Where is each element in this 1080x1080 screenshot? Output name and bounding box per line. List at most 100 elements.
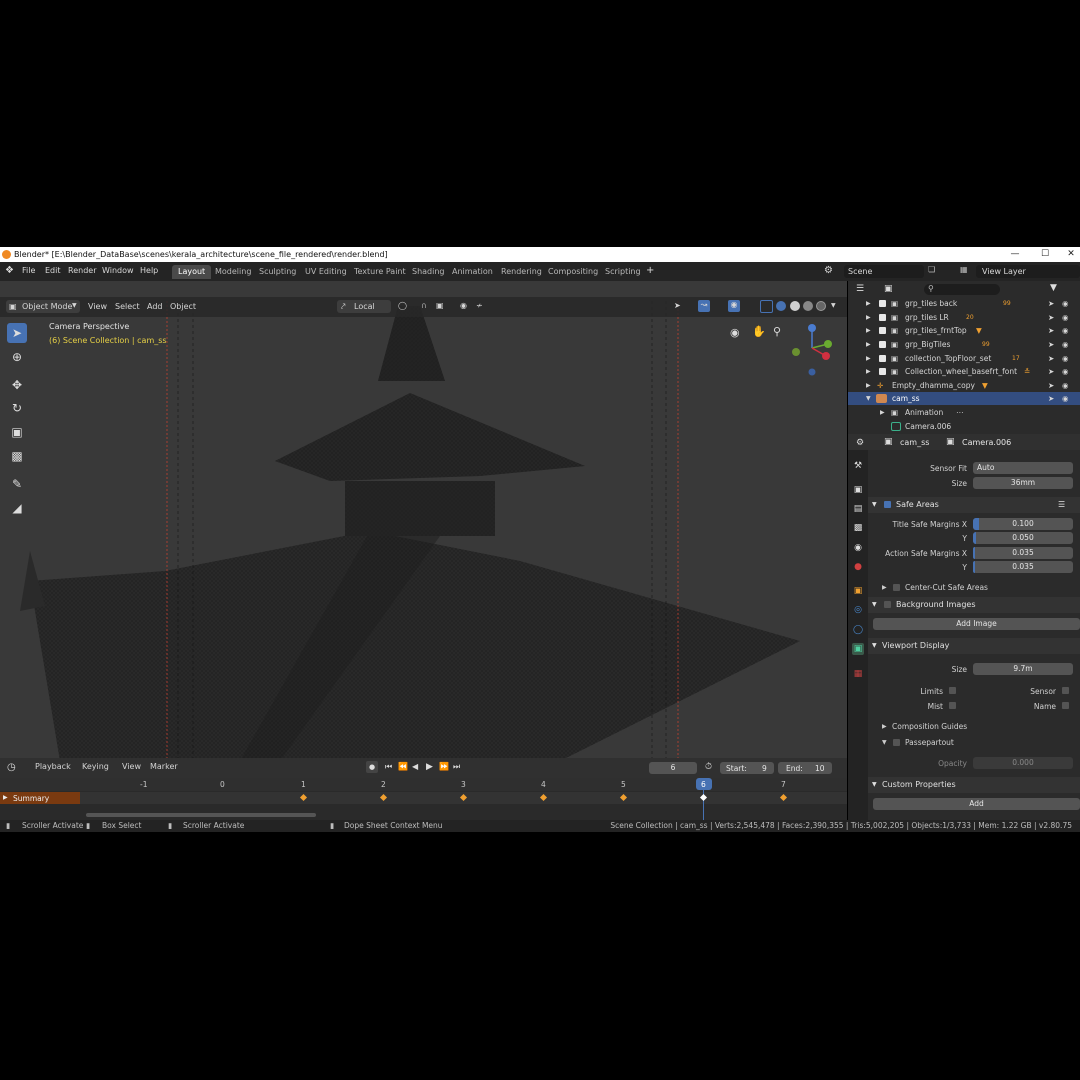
outliner-row[interactable]: ▶ ▣ grp_tiles_frntTop ▼ ➤ ◉ xyxy=(848,324,1080,337)
background-images-header[interactable]: ▼ Background Images xyxy=(868,597,1080,613)
tab-uv-editing[interactable]: UV Editing xyxy=(299,265,353,279)
sensor-fit-dropdown[interactable]: Auto xyxy=(973,462,1073,474)
menu-playback[interactable]: Playback xyxy=(35,762,71,771)
collapse-arrow-icon[interactable]: ▼ xyxy=(866,392,871,405)
select-arrow-icon[interactable]: ➤ xyxy=(1048,379,1054,392)
menu-window[interactable]: Window xyxy=(102,266,134,275)
background-images-checkbox[interactable] xyxy=(884,601,891,608)
3d-viewport[interactable] xyxy=(0,281,847,758)
select-arrow-icon[interactable]: ➤ xyxy=(1048,338,1054,351)
navigation-gizmo[interactable] xyxy=(786,322,836,376)
outliner-row[interactable]: ▶ ▣ collection_TopFloor_set 17 ➤ ◉ xyxy=(848,352,1080,365)
visibility-checkbox[interactable] xyxy=(879,314,886,321)
select-arrow-icon[interactable]: ➤ xyxy=(1048,324,1054,337)
display-mode-icon[interactable]: ▣ xyxy=(884,284,893,294)
camera-data-tab-icon[interactable]: ▣ xyxy=(852,643,864,655)
title-safe-y-field[interactable]: 0.050 xyxy=(973,532,1073,544)
scale-tool-icon[interactable]: ▣ xyxy=(7,422,27,442)
opacity-field[interactable]: 0.000 xyxy=(973,757,1073,769)
shading-solid-icon[interactable] xyxy=(790,301,800,311)
safe-areas-header[interactable]: ▼ Safe Areas ☰ xyxy=(868,497,1080,513)
zoom-icon[interactable]: ⚲ xyxy=(773,325,781,338)
add-workspace-button[interactable]: + xyxy=(646,265,654,276)
eye-icon[interactable]: ◉ xyxy=(1062,311,1069,324)
menu-file[interactable]: File xyxy=(22,266,35,275)
add-image-button[interactable]: Add Image xyxy=(873,618,1080,630)
collapse-arrow-icon[interactable]: ▼ xyxy=(882,739,887,746)
menu-help[interactable]: Help xyxy=(140,266,158,275)
blender-menu-icon[interactable]: ❖ xyxy=(5,265,14,276)
eye-icon[interactable]: ◉ xyxy=(1062,392,1069,405)
outliner-row[interactable]: ▶ ▣ Collection_wheel_basefrt_font ≛ ➤ ◉ xyxy=(848,365,1080,378)
limits-checkbox[interactable] xyxy=(949,687,956,694)
tool-tab-icon[interactable]: ⚒ xyxy=(852,460,864,472)
outliner-row[interactable]: ▶ ▣ grp_BigTiles 99 ➤ ◉ xyxy=(848,338,1080,351)
overlays-toggle-icon[interactable]: ◉ xyxy=(728,300,740,312)
shading-wireframe-icon[interactable] xyxy=(776,301,786,311)
play-reverse-icon[interactable]: ◀ xyxy=(412,762,418,771)
tab-layout[interactable]: Layout xyxy=(172,265,212,279)
eye-icon[interactable]: ◉ xyxy=(1062,352,1069,365)
properties-editor-icon[interactable]: ⚙ xyxy=(856,438,864,448)
visibility-checkbox[interactable] xyxy=(879,300,886,307)
stopwatch-icon[interactable]: ⏱ xyxy=(705,762,712,772)
expand-arrow-icon[interactable]: ▶ xyxy=(866,365,871,378)
expand-arrow-icon[interactable]: ▶ xyxy=(882,584,887,591)
record-button[interactable]: ● xyxy=(366,761,378,773)
visibility-checkbox[interactable] xyxy=(879,355,886,362)
sensor-checkbox[interactable] xyxy=(1062,687,1069,694)
tab-sculpting[interactable]: Sculpting xyxy=(253,265,302,279)
view-layer-icon[interactable]: ▦ xyxy=(960,265,968,274)
timeline-editor-icon[interactable]: ◷ xyxy=(7,762,16,773)
snap-icon[interactable]: ∩ xyxy=(421,301,427,310)
proportional-edit-icon[interactable]: ◉ xyxy=(460,301,467,310)
eye-icon[interactable]: ◉ xyxy=(1062,324,1069,337)
modifier-tab-icon[interactable]: ◎ xyxy=(852,604,864,616)
texture-tab-icon[interactable]: ▦ xyxy=(852,668,864,680)
copy-scene-icon[interactable]: ❏ xyxy=(928,265,935,274)
menu-render[interactable]: Render xyxy=(68,266,96,275)
display-size-field[interactable]: 9.7m xyxy=(973,663,1073,675)
render-tab-icon[interactable]: ▣ xyxy=(852,484,864,496)
gizmo-icon[interactable]: ➤ xyxy=(674,301,681,310)
add-property-button[interactable]: Add xyxy=(873,798,1080,810)
center-cut-checkbox[interactable] xyxy=(893,584,900,591)
world-tab-icon[interactable]: ● xyxy=(852,561,864,573)
viewport-display-header[interactable]: ▼ Viewport Display xyxy=(868,638,1080,654)
summary-expand-icon[interactable]: ▶ xyxy=(3,794,8,801)
pivot-icon[interactable]: ◯ xyxy=(398,301,407,310)
custom-properties-header[interactable]: ▼ Custom Properties xyxy=(868,777,1080,793)
expand-arrow-icon[interactable]: ▶ xyxy=(866,379,871,392)
menu-select[interactable]: Select xyxy=(115,302,140,311)
outliner-row[interactable]: ▶ ▣ Animation ⋯ xyxy=(848,406,1080,419)
jump-keyframe-forward-icon[interactable]: ⏩ xyxy=(439,762,449,771)
visibility-checkbox[interactable] xyxy=(879,341,886,348)
expand-arrow-icon[interactable]: ▶ xyxy=(866,311,871,324)
scene-tab-icon[interactable]: ◉ xyxy=(852,542,864,554)
menu-marker[interactable]: Marker xyxy=(150,762,178,771)
eye-icon[interactable]: ◉ xyxy=(1062,338,1069,351)
expand-arrow-icon[interactable]: ▶ xyxy=(866,297,871,310)
tab-scripting[interactable]: Scripting xyxy=(599,265,647,279)
outliner-row[interactable]: Camera.006 xyxy=(848,420,1080,433)
select-arrow-icon[interactable]: ➤ xyxy=(1048,311,1054,324)
current-frame-field[interactable]: 6 xyxy=(649,762,697,774)
outliner-row-selected[interactable]: ▼ cam_ss ➤ ◉ xyxy=(848,392,1080,405)
menu-view-timeline[interactable]: View xyxy=(122,762,141,771)
eye-icon[interactable]: ◉ xyxy=(1062,379,1069,392)
expand-arrow-icon[interactable]: ▶ xyxy=(880,406,885,419)
hand-pan-icon[interactable]: ✋ xyxy=(752,325,766,338)
action-safe-x-field[interactable]: 0.035 xyxy=(973,547,1073,559)
cursor-tool-icon[interactable]: ⊕ xyxy=(7,347,27,367)
select-tool-icon[interactable]: ➤ xyxy=(7,323,27,343)
menu-object[interactable]: Object xyxy=(170,302,196,311)
shading-rendered-icon[interactable] xyxy=(816,301,826,311)
tab-shading[interactable]: Shading xyxy=(406,265,451,279)
menu-add[interactable]: Add xyxy=(147,302,163,311)
outliner-row[interactable]: ▶ ▣ grp_tiles back 99 ➤ ◉ xyxy=(848,297,1080,310)
jump-keyframe-back-icon[interactable]: ⏪ xyxy=(398,762,408,771)
list-presets-icon[interactable]: ☰ xyxy=(1058,497,1065,513)
timeline-scrollbar-track[interactable] xyxy=(86,813,316,817)
shading-material-icon[interactable] xyxy=(803,301,813,311)
move-tool-icon[interactable]: ✥ xyxy=(7,375,27,395)
